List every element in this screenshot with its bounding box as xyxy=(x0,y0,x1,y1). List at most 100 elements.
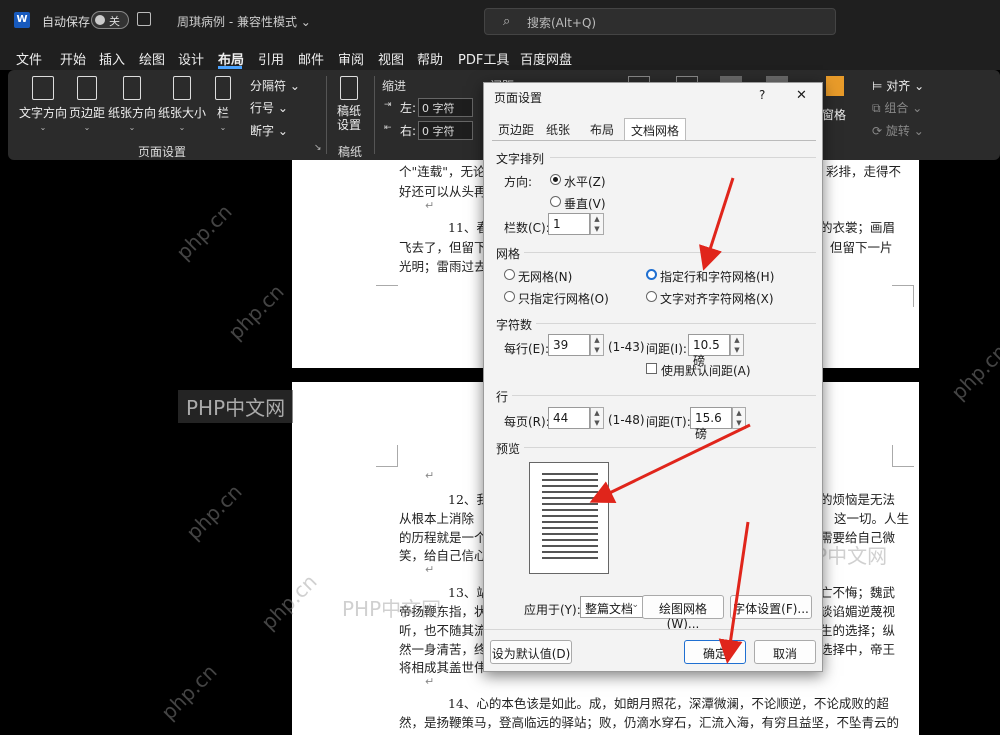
page-setup-dialog: 页面设置 ? ✕ 页边距 纸张 布局 文档网格 文字排列 方向: 水平(Z) 垂… xyxy=(483,82,824,672)
size-button[interactable]: 纸张大小 ⌄ xyxy=(158,76,206,132)
manuscript-button[interactable]: 稿纸设置 xyxy=(332,76,366,132)
char-pitch-input[interactable]: 10.5 磅 xyxy=(688,334,730,368)
text-direction-label: 文字方向 xyxy=(18,106,67,120)
breaks-label: 分隔符 ⌄ xyxy=(250,79,300,93)
help-button[interactable]: ? xyxy=(759,88,765,102)
manuscript-icon xyxy=(340,76,358,100)
chevron-down-icon: ⌄ xyxy=(219,123,227,132)
char-pitch-spinner[interactable]: ▲ ▼ xyxy=(730,334,744,356)
line-pitch-label: 间距(T): xyxy=(646,415,691,429)
menu-baidu-netdisk[interactable]: 百度网盘 xyxy=(520,49,572,68)
menu-review[interactable]: 审阅 xyxy=(338,49,364,68)
menu-home[interactable]: 开始 xyxy=(60,49,86,68)
doc-line: 然，是扬鞭策马，登高临远的驿站；败，仍滴水穿石，汇流入海，有穷且益坚，不坠青云的 xyxy=(399,715,900,730)
line-grid-only-radio[interactable] xyxy=(504,291,515,302)
doc-line: 选择中，帝王 xyxy=(820,642,896,657)
snap-to-char-grid-radio[interactable] xyxy=(646,291,657,302)
document-title[interactable]: 周琪病例 - 兼容性模式 ⌄ xyxy=(177,13,311,30)
hyphenation-button[interactable]: 断字 ⌄ xyxy=(250,122,288,139)
tab-layout[interactable]: 布局 xyxy=(586,118,618,140)
preview-line xyxy=(542,491,598,493)
doc-line: 谈谄媚逆蔑视 xyxy=(820,604,896,619)
lines-header: 行 xyxy=(496,390,509,404)
search-placeholder: 搜索(Alt+Q) xyxy=(527,16,597,30)
dialog-launcher-icon[interactable]: ↘ xyxy=(314,143,322,153)
doc-line: 的历程就是一个 xyxy=(399,530,487,545)
lines-per-page-spinner[interactable]: ▲ ▼ xyxy=(590,407,604,429)
font-settings-button[interactable]: 字体设置(F)... xyxy=(730,595,812,619)
indent-left-input[interactable]: 0 字符 xyxy=(418,98,473,117)
indent-right-input[interactable]: 0 字符 xyxy=(418,121,473,140)
orientation-label: 纸张方向 xyxy=(108,106,157,120)
menu-view[interactable]: 视图 xyxy=(378,49,404,68)
group-button[interactable]: ⧉ 组合 ⌄ xyxy=(872,99,922,116)
orientation-button[interactable]: 纸张方向 ⌄ xyxy=(108,76,156,132)
line-and-char-grid-radio[interactable] xyxy=(646,269,657,280)
menu-draw[interactable]: 绘图 xyxy=(139,49,165,68)
use-default-pitch-checkbox[interactable] xyxy=(646,363,657,374)
set-default-button[interactable]: 设为默认值(D) xyxy=(490,640,572,664)
columns-count-input[interactable]: 1 xyxy=(548,213,590,235)
close-button[interactable]: ✕ xyxy=(796,88,807,103)
doc-line: 然一身清苦，终 xyxy=(399,642,487,657)
doc-line: 听，也不随其流 xyxy=(399,623,487,638)
preview-header: 预览 xyxy=(496,442,521,456)
paragraph-mark: ↵ xyxy=(425,469,435,482)
autosave-toggle[interactable]: 关 xyxy=(91,11,129,29)
breaks-button[interactable]: 分隔符 ⌄ xyxy=(250,77,300,94)
preview-page xyxy=(529,462,609,574)
selection-pane-icon[interactable] xyxy=(826,76,844,96)
word-logo-icon: W xyxy=(14,12,30,28)
preview-line xyxy=(542,515,598,517)
preview-line xyxy=(542,479,598,481)
line-numbers-button[interactable]: 行号 ⌄ xyxy=(250,99,288,116)
menu-references[interactable]: 引用 xyxy=(258,49,284,68)
text-direction-button[interactable]: 文字方向 ⌄ xyxy=(18,76,68,132)
size-icon xyxy=(173,76,191,100)
menu-mailings[interactable]: 邮件 xyxy=(298,49,324,68)
columns-spinner[interactable]: ▲ ▼ xyxy=(590,213,604,235)
doc-line: 个"连载"，无论 xyxy=(399,164,486,179)
lines-per-page-input[interactable]: 44 xyxy=(548,407,590,429)
no-grid-radio[interactable] xyxy=(504,269,515,280)
align-button[interactable]: ⊨ 对齐 ⌄ xyxy=(872,77,924,94)
menu-design[interactable]: 设计 xyxy=(178,49,204,68)
cancel-button[interactable]: 取消 xyxy=(754,640,816,664)
draw-grid-button[interactable]: 绘图网格(W)... xyxy=(642,595,724,631)
preview-line xyxy=(542,557,598,559)
active-tab-indicator xyxy=(218,66,242,69)
margins-button[interactable]: 页边距 ⌄ xyxy=(68,76,106,132)
line-pitch-spinner[interactable]: ▲ ▼ xyxy=(732,407,746,429)
margins-label: 页边距 xyxy=(68,106,105,120)
line-pitch-input[interactable]: 15.6 磅 xyxy=(690,407,732,441)
size-label: 纸张大小 xyxy=(158,106,207,120)
preview-line xyxy=(542,551,598,553)
chars-per-line-spinner[interactable]: ▲ ▼ xyxy=(590,334,604,356)
menu-insert[interactable]: 插入 xyxy=(99,49,125,68)
horizontal-label: 水平(Z) xyxy=(564,175,606,189)
rotate-label: 旋转 ⌄ xyxy=(885,124,924,138)
apply-to-select[interactable]: 整篇文档 ⌄ xyxy=(580,596,644,618)
chars-per-line-input[interactable]: 39 xyxy=(548,334,590,356)
menu-file[interactable]: 文件 xyxy=(16,49,42,68)
tab-underline xyxy=(492,140,816,141)
grid-header: 网格 xyxy=(496,247,521,261)
search-box[interactable]: ⌕ 搜索(Alt+Q) xyxy=(484,8,836,35)
doc-line: 彩排，走得不 xyxy=(826,164,902,179)
columns-button[interactable]: 栏 ⌄ xyxy=(210,76,236,132)
rotate-button[interactable]: ⟳ 旋转 ⌄ xyxy=(872,122,924,139)
page-setup-group-label: 页面设置 xyxy=(138,145,187,159)
menu-pdf-tools[interactable]: PDF工具 xyxy=(458,49,509,68)
indent-right-icon: ⇤ xyxy=(384,123,392,133)
align-icon: ⊨ xyxy=(872,79,887,93)
save-icon[interactable] xyxy=(137,12,151,26)
horizontal-radio[interactable] xyxy=(550,174,561,185)
characters-header: 字符数 xyxy=(496,318,533,332)
tab-paper[interactable]: 纸张 xyxy=(542,118,574,140)
tab-document-grid[interactable]: 文档网格 xyxy=(624,118,686,140)
menu-help[interactable]: 帮助 xyxy=(417,49,443,68)
tab-margins[interactable]: 页边距 xyxy=(494,118,538,140)
ok-button[interactable]: 确定 xyxy=(684,640,746,664)
vertical-radio[interactable] xyxy=(550,196,561,207)
watermark: php.cn xyxy=(946,339,1000,405)
